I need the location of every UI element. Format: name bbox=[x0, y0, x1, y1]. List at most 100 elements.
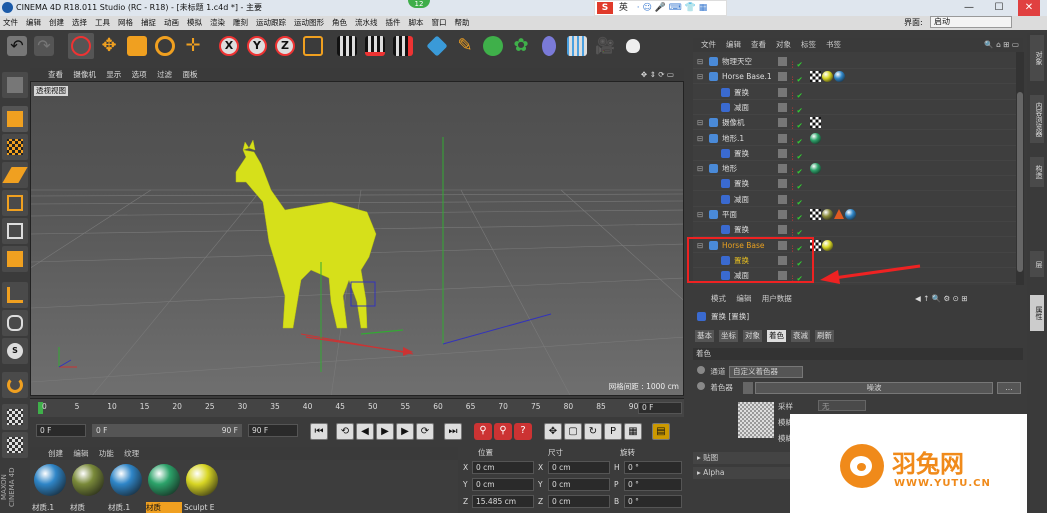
material-menu-texture[interactable]: 纹理 bbox=[124, 447, 139, 460]
material-swatch[interactable]: 材质 bbox=[146, 464, 182, 513]
mograph-cloner-icon[interactable]: ✿ bbox=[508, 33, 534, 59]
key-parameter-button[interactable]: P bbox=[604, 423, 622, 440]
object-nav-icons[interactable]: 🔍 ⌂ ⊞ ▭ bbox=[984, 38, 1019, 52]
pen-icon[interactable]: ✎ bbox=[452, 33, 478, 59]
menu-item[interactable]: 插件 bbox=[383, 16, 406, 30]
attr-tab[interactable]: 对象 bbox=[743, 330, 762, 342]
right-tab[interactable]: 对象 bbox=[1030, 35, 1044, 81]
previous-frame-button[interactable]: ◀ bbox=[356, 423, 374, 440]
visibility-flags[interactable]: ⋮✔ bbox=[778, 225, 806, 237]
shader-button[interactable]: 噪波 bbox=[755, 382, 993, 394]
material-menu-edit[interactable]: 编辑 bbox=[73, 447, 88, 460]
menu-item[interactable]: 渲染 bbox=[207, 16, 230, 30]
workplane-icon[interactable] bbox=[2, 162, 28, 188]
render-view-icon[interactable] bbox=[334, 33, 360, 59]
position-field[interactable]: 0 cm bbox=[472, 461, 534, 474]
visibility-flags[interactable]: ⋮✔ bbox=[778, 57, 806, 69]
channel-dropdown[interactable]: 自定义着色器 bbox=[729, 366, 803, 378]
material-swatch[interactable]: Sculpt E bbox=[184, 464, 220, 513]
object-row[interactable]: ⊟ 平面 ⋮✔ bbox=[693, 207, 1016, 222]
key-scale-button[interactable]: ▢ bbox=[564, 423, 582, 440]
viewport-menu-display[interactable]: 显示 bbox=[106, 68, 121, 81]
texture-mode-icon[interactable] bbox=[2, 134, 28, 160]
position-field[interactable]: 0 cm bbox=[472, 478, 534, 491]
close-button[interactable]: ✕ bbox=[1018, 0, 1040, 16]
visibility-flags[interactable]: ⋮✔ bbox=[778, 72, 806, 84]
record-keyframe-button[interactable]: ⚲ bbox=[474, 423, 492, 440]
visibility-flags[interactable]: ⋮✔ bbox=[778, 210, 806, 222]
object-menu-item[interactable]: 书签 bbox=[826, 38, 841, 52]
material-tag-icon[interactable] bbox=[822, 209, 833, 220]
timeline-window-button[interactable]: ▤ bbox=[652, 423, 670, 440]
material-tag-icon[interactable] bbox=[810, 163, 821, 175]
live-select-icon[interactable] bbox=[68, 33, 94, 59]
attr-menu-userdata[interactable]: 用户数据 bbox=[762, 294, 792, 303]
light-icon[interactable] bbox=[620, 33, 646, 59]
object-row[interactable]: ⊟ 物理天空 ⋮✔ bbox=[693, 54, 1016, 69]
rotation-field[interactable]: 0 ° bbox=[624, 461, 682, 474]
viewport-menu-panel[interactable]: 面板 bbox=[182, 68, 197, 81]
redo-button[interactable]: ↷ bbox=[31, 33, 57, 59]
object-row[interactable]: 置换 ⋮✔ bbox=[693, 146, 1016, 161]
visibility-flags[interactable]: ⋮✔ bbox=[778, 148, 806, 161]
menu-item[interactable]: 角色 bbox=[329, 16, 352, 30]
viewport-menu-options[interactable]: 选项 bbox=[132, 68, 147, 81]
menu-item[interactable]: 网格 bbox=[115, 16, 138, 30]
right-tab[interactable]: 属性 bbox=[1030, 295, 1044, 331]
object-row[interactable]: 置换 ⋮✔ bbox=[693, 85, 1016, 100]
move-icon[interactable]: ✥ bbox=[96, 33, 122, 59]
material-tag-icon[interactable] bbox=[845, 209, 856, 220]
play-button[interactable]: ▶ bbox=[376, 423, 394, 440]
group-alpha[interactable]: ▸ Alpha bbox=[693, 467, 793, 479]
menu-item[interactable]: 雕刻 bbox=[230, 16, 253, 30]
material-swatch[interactable]: 材质 bbox=[70, 464, 106, 513]
object-row[interactable]: ⊟ 地形 ⋮✔ bbox=[693, 161, 1016, 177]
material-menu-create[interactable]: 创建 bbox=[48, 447, 63, 460]
polygon-mode-icon[interactable] bbox=[2, 246, 28, 272]
right-tab[interactable]: 层 bbox=[1030, 251, 1044, 277]
visibility-flags[interactable]: ⋮✔ bbox=[778, 164, 806, 176]
sample-dropdown[interactable]: 无 bbox=[818, 400, 866, 411]
visibility-flags[interactable]: ⋮✔ bbox=[778, 194, 806, 207]
tree-expander[interactable]: ⊟ bbox=[697, 54, 703, 69]
magnet-icon[interactable] bbox=[2, 372, 28, 398]
rotation-field[interactable]: 0 ° bbox=[624, 495, 682, 508]
material-tag-icon[interactable] bbox=[822, 239, 833, 251]
material-swatch[interactable]: 材质.1 bbox=[32, 464, 68, 513]
position-field[interactable]: 15.485 cm bbox=[472, 495, 534, 508]
go-to-end-button[interactable]: ⏭ bbox=[444, 423, 462, 440]
subdivision-icon[interactable] bbox=[480, 33, 506, 59]
snap-icon[interactable]: S bbox=[2, 338, 28, 364]
object-menu-item[interactable]: 编辑 bbox=[726, 38, 741, 52]
material-swatch[interactable]: 材质.1 bbox=[108, 464, 144, 513]
next-keyframe-button[interactable]: ⟳ bbox=[416, 423, 434, 440]
viewport-nav-icons[interactable]: ✥ ⇕ ⟳ ▭ bbox=[641, 68, 674, 81]
ime-mode[interactable]: 英 bbox=[619, 3, 628, 13]
menu-item[interactable]: 窗口 bbox=[429, 16, 452, 30]
menu-item[interactable]: 选择 bbox=[69, 16, 92, 30]
preview-range-slider[interactable]: 0 F 90 F bbox=[92, 424, 242, 437]
x-axis-button[interactable]: X bbox=[216, 33, 242, 59]
shader-menu-button[interactable]: ... bbox=[997, 382, 1021, 394]
layout-dropdown[interactable]: 启动 bbox=[930, 16, 1012, 28]
z-axis-button[interactable]: Z bbox=[272, 33, 298, 59]
attr-tab[interactable]: 刷新 bbox=[815, 330, 834, 342]
size-field[interactable]: 0 cm bbox=[548, 478, 610, 491]
attr-nav-icons[interactable]: ◀ ↑ 🔍 ⚙ ⊙ ⊞ bbox=[915, 292, 968, 305]
object-row[interactable]: 置换 ⋮✔ bbox=[693, 222, 1016, 238]
tree-expander[interactable]: ⊟ bbox=[697, 131, 703, 146]
key-rotation-button[interactable]: ↻ bbox=[584, 423, 602, 440]
material-tag-icon[interactable] bbox=[834, 71, 845, 83]
size-field[interactable]: 0 cm bbox=[548, 461, 610, 474]
visibility-flags[interactable]: ⋮✔ bbox=[778, 102, 806, 115]
object-row[interactable]: 置换 ⋮✔ bbox=[693, 176, 1016, 192]
perspective-viewport[interactable]: 透视视图 网格间距 : 1000 cm bbox=[30, 81, 684, 396]
rotate-icon[interactable] bbox=[152, 33, 178, 59]
viewport-menu-view[interactable]: 查看 bbox=[48, 68, 63, 81]
model-mode-icon[interactable] bbox=[2, 106, 28, 132]
menu-item[interactable]: 模拟 bbox=[184, 16, 207, 30]
visibility-flags[interactable]: ⋮✔ bbox=[778, 179, 806, 191]
y-axis-button[interactable]: Y bbox=[244, 33, 270, 59]
tweak-mode-icon[interactable] bbox=[2, 310, 28, 336]
object-list-scrollbar[interactable] bbox=[1016, 52, 1024, 285]
